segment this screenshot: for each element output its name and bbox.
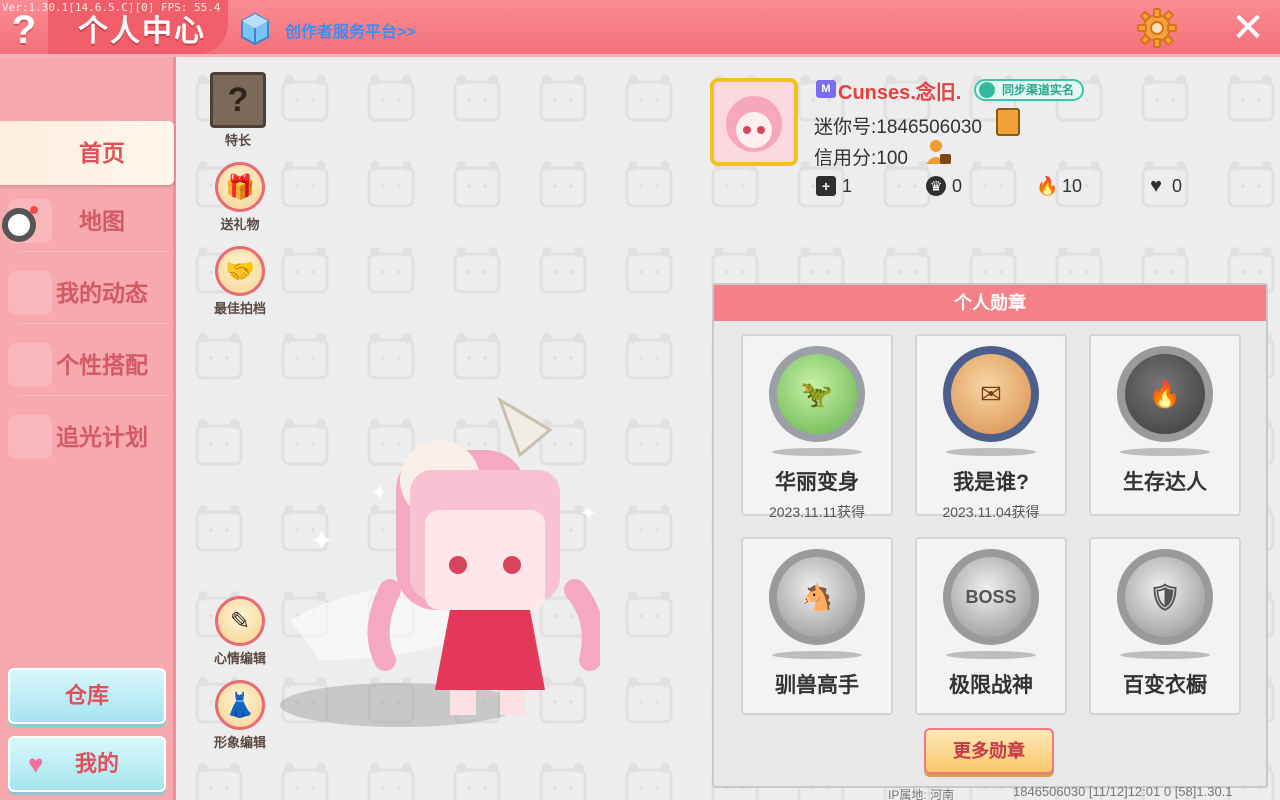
medal-panel-title: 个人勋章 [714, 285, 1266, 321]
divider [20, 323, 170, 324]
avatar[interactable] [710, 78, 798, 166]
ip-location: IP属地: 河南 [888, 788, 955, 800]
top-bar: Ver:1.30.1[14.6.5.C][0] FPS: 55.4 ? 个人中心… [0, 0, 1280, 57]
gift-icon: 🎁 [215, 162, 265, 212]
medal-panel: 个人勋章 🦖 华丽变身 2023.11.11获得 ✉ 我是谁? 2023.11.… [712, 283, 1268, 788]
mine-button[interactable]: ♥ 我的 [8, 736, 166, 792]
speciality-label: 特长 [224, 133, 251, 148]
sidebar-item-style[interactable]: 个性搭配 [0, 333, 174, 397]
more-medals-button[interactable]: 更多勋章 [924, 728, 1054, 774]
realname-sync-badge[interactable]: 同步渠道实名 [974, 79, 1085, 101]
sidebar-item-light-plan[interactable]: 追光计划 [0, 405, 174, 469]
medal-name: 驯兽高手 [775, 674, 859, 697]
add-friend-icon: + [816, 176, 836, 196]
page-title: 个人中心 [78, 15, 206, 48]
stat-likes[interactable]: ♥ 0 [1146, 175, 1182, 197]
divider [20, 251, 170, 252]
settings-gear-icon[interactable] [1135, 6, 1179, 50]
stat-likes-value: 0 [1172, 175, 1183, 196]
boss-text: BOSS [965, 586, 1017, 607]
stat-popularity[interactable]: 🔥 10 [1036, 175, 1082, 197]
send-gift-label: 送礼物 [220, 217, 260, 232]
stat-fans[interactable]: ♛ 0 [926, 175, 962, 197]
best-partner-action[interactable]: 🤝 最佳拍档 [205, 246, 275, 317]
medal-shadow [1120, 448, 1210, 456]
medal-name: 百变衣橱 [1123, 674, 1207, 697]
medal-card[interactable]: 🦖 华丽变身 2023.11.11获得 [741, 334, 893, 520]
stat-friends-value: 1 [842, 175, 853, 196]
flame-icon: 🔥 [1036, 176, 1059, 196]
sidebar: 首页 地图 我的动态 个性搭配 追光计划 仓库 ♥ 我的 [0, 57, 176, 800]
credit-score: 信用分:100 [814, 148, 908, 169]
svg-text:✦: ✦ [370, 480, 388, 505]
speciality-action[interactable]: ? 特长 [203, 72, 273, 149]
sidebar-item-my-posts[interactable]: 我的动态 [0, 261, 174, 325]
footer-info: 1846506030 [11/12]12:01 0 [58]1.30.1 [1013, 784, 1233, 799]
heart-icon: ♥ [1150, 175, 1162, 197]
medal-name: 生存达人 [1123, 471, 1207, 494]
svg-text:✦: ✦ [310, 525, 333, 556]
character-model[interactable]: ✦ ✦ ✦ [200, 360, 600, 740]
boss-medal-icon: BOSS [943, 549, 1039, 645]
medal-card[interactable]: 🔥 生存达人 [1089, 334, 1241, 516]
handshake-icon: 🤝 [215, 246, 265, 296]
fans-icon: ♛ [926, 176, 946, 196]
medal-shadow [946, 448, 1036, 456]
question-box-icon: ? [210, 72, 266, 128]
medal-card[interactable]: 🐴 驯兽高手 [741, 537, 893, 715]
heart-icon: ♥ [28, 749, 44, 779]
horse-medal-icon: 🐴 [769, 549, 865, 645]
cube-icon[interactable] [240, 12, 270, 46]
copy-icon[interactable] [996, 108, 1020, 136]
medal-card[interactable]: 🛡 百变衣橱 [1089, 537, 1241, 715]
fire-medal-icon: 🔥 [1117, 346, 1213, 442]
dino-medal-icon: 🦖 [769, 346, 865, 442]
vip-badge: M [816, 80, 836, 98]
warehouse-button[interactable]: 仓库 [8, 668, 166, 724]
medal-name: 极限战神 [949, 674, 1033, 697]
avatar-portrait-icon [714, 82, 794, 162]
medal-shadow [946, 651, 1036, 659]
medal-name: 华丽变身 [775, 471, 859, 494]
float-ball-button[interactable] [2, 206, 38, 242]
medal-shadow [1120, 651, 1210, 659]
help-button[interactable]: ? [4, 8, 44, 52]
best-partner-label: 最佳拍档 [213, 301, 266, 316]
svg-text:✦: ✦ [580, 503, 597, 525]
stat-friends[interactable]: + 1 [816, 175, 852, 197]
medal-shadow [772, 448, 862, 456]
credit-person-icon[interactable] [924, 138, 952, 166]
close-button[interactable]: ✕ [1226, 6, 1270, 50]
medal-card[interactable]: BOSS 极限战神 [915, 537, 1067, 715]
creator-platform-link[interactable]: 创作者服务平台>> [285, 18, 416, 42]
stat-fans-value: 0 [952, 175, 963, 196]
medal-card[interactable]: ✉ 我是谁? 2023.11.04获得 [915, 334, 1067, 520]
mine-label: 我的 [74, 751, 119, 776]
warehouse-label: 仓库 [64, 683, 109, 708]
medal-date: 2023.11.04获得 [942, 504, 1040, 520]
medal-name: 我是谁? [953, 471, 1029, 494]
send-gift-action[interactable]: 🎁 送礼物 [205, 162, 275, 233]
nickname: Cunses.念旧. [838, 82, 962, 104]
divider [20, 395, 170, 396]
letter-medal-icon: ✉ [943, 346, 1039, 442]
wardrobe-medal-icon: 🛡 [1117, 549, 1213, 645]
mini-id: 迷你号:1846506030 [814, 117, 982, 138]
medal-date: 2023.11.11获得 [769, 504, 865, 520]
sidebar-item-home[interactable]: 首页 [0, 121, 174, 185]
stat-popularity-value: 10 [1062, 175, 1083, 196]
medal-shadow [772, 651, 862, 659]
